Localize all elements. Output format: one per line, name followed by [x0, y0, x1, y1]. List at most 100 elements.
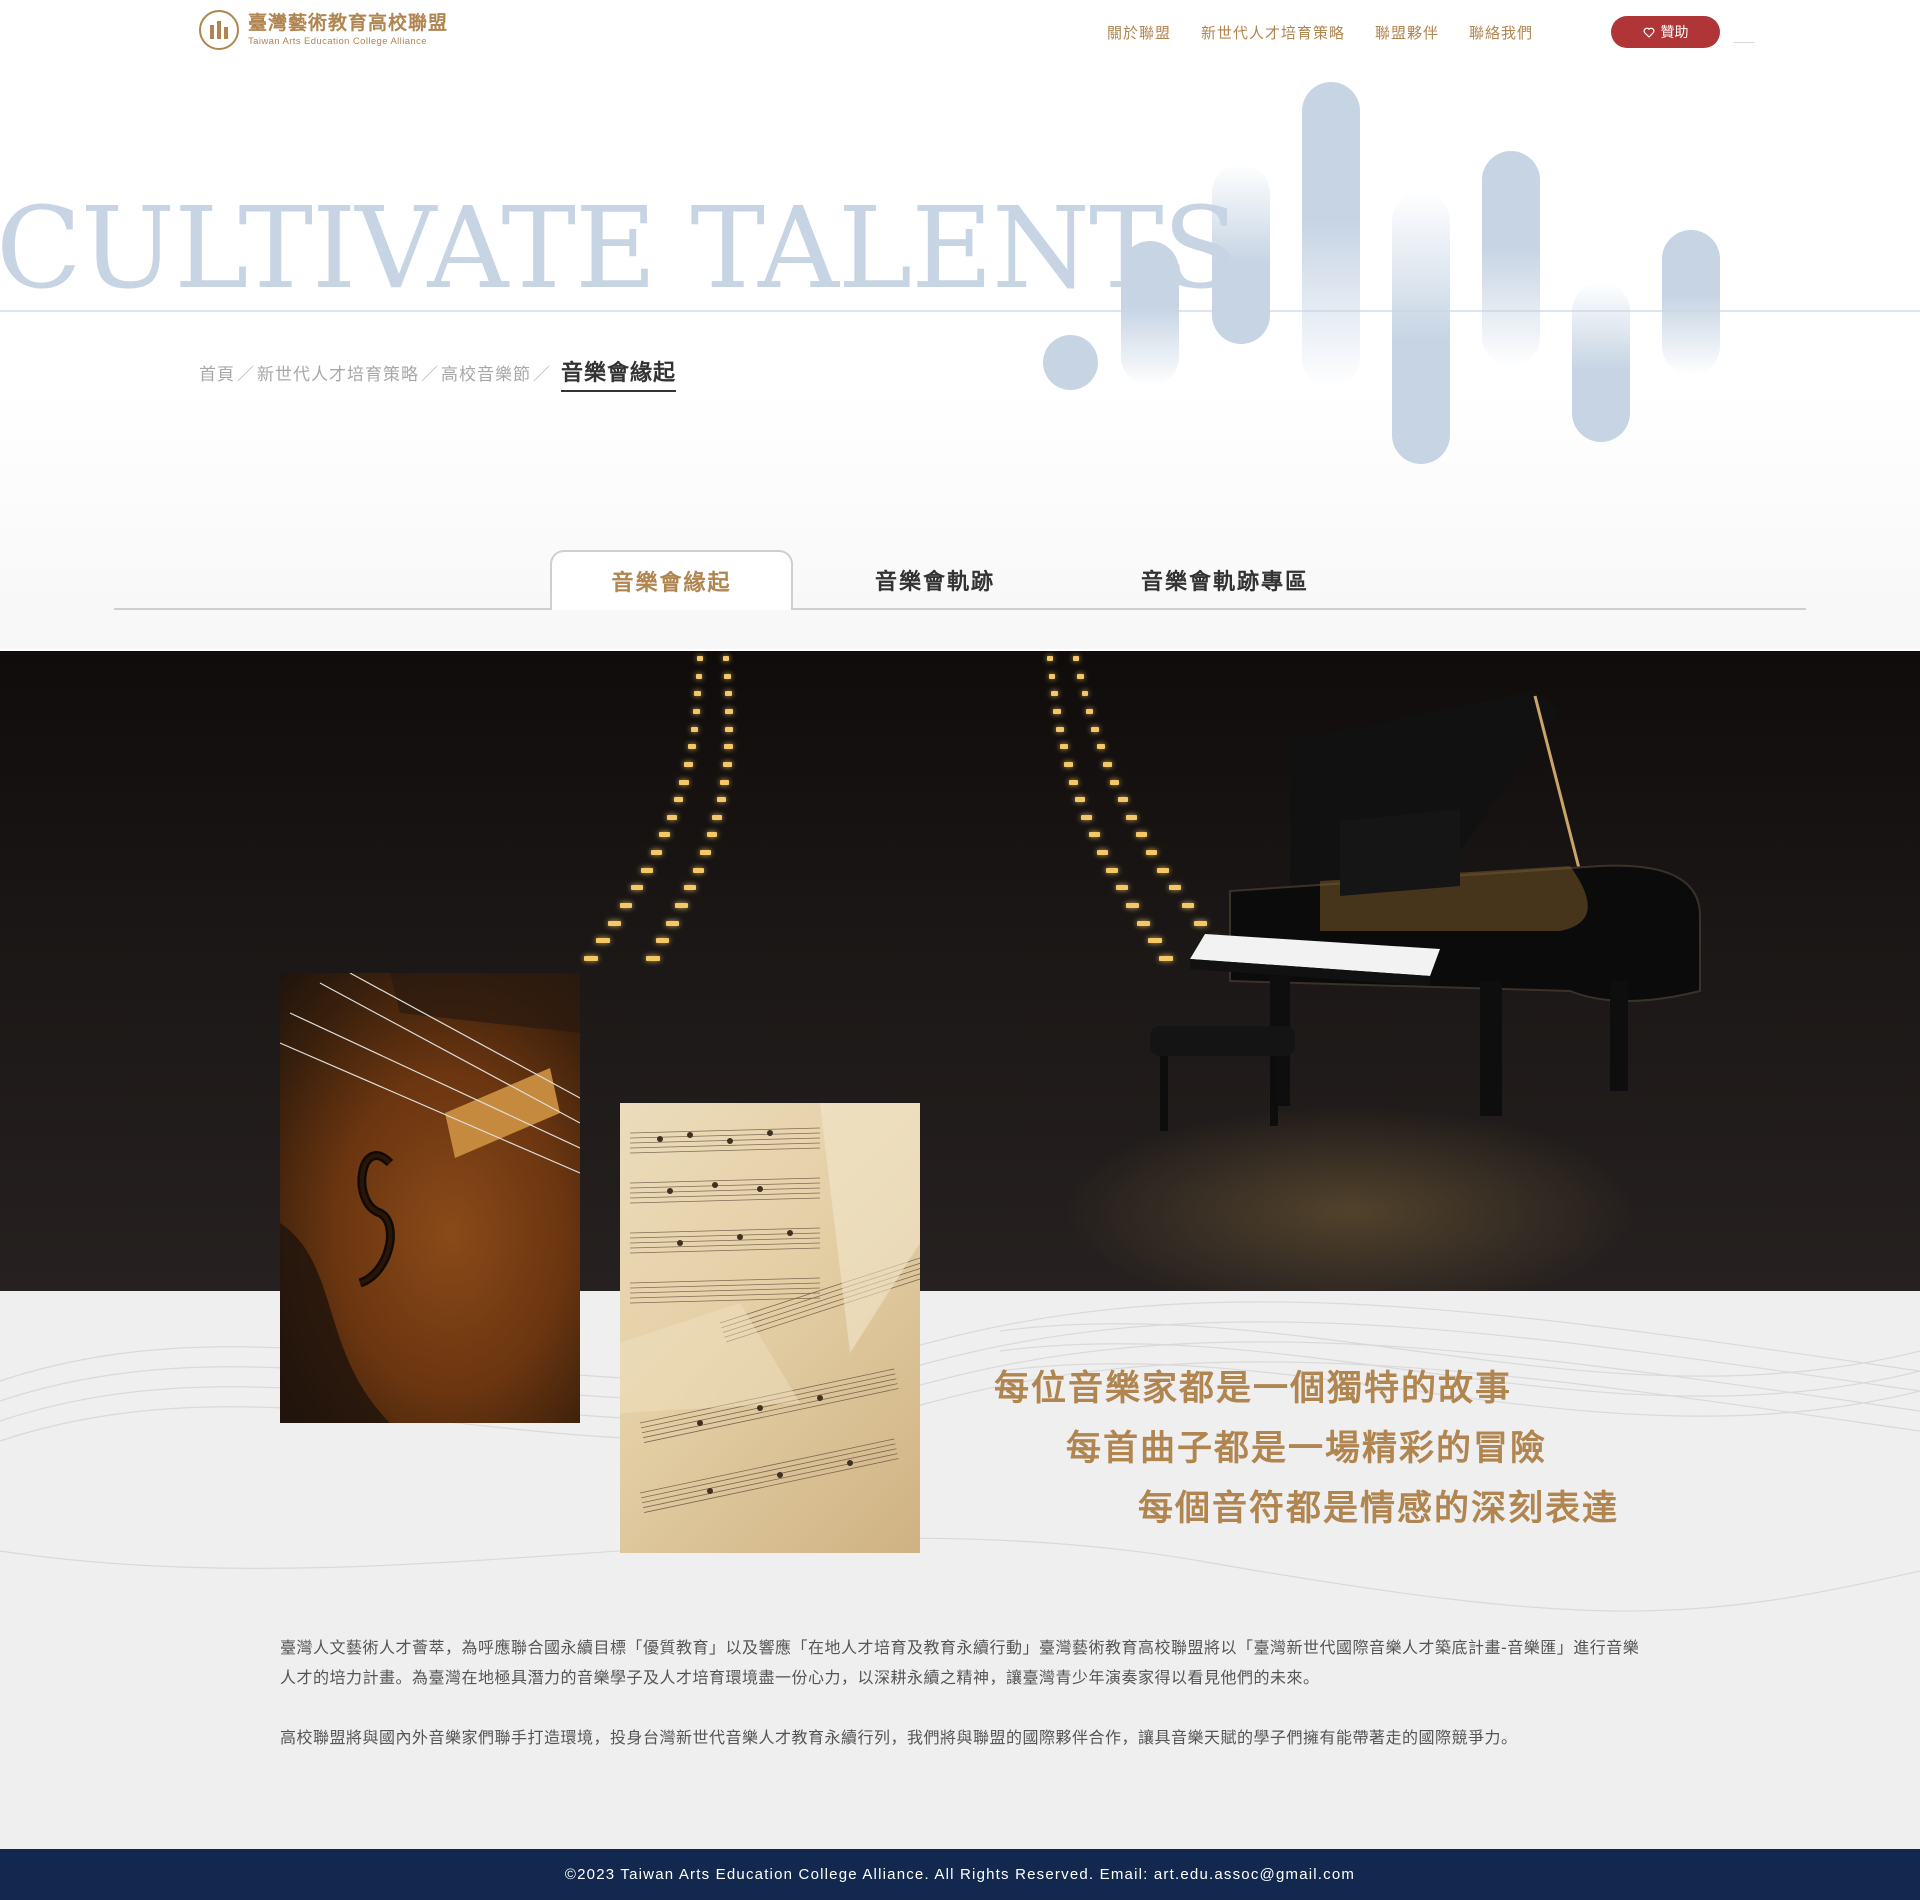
step-light — [1126, 814, 1137, 820]
step-light — [699, 850, 712, 856]
breadcrumb: 首頁 ／ 新世代人才培育策略 ／ 高校音樂節 ／ 音樂會緣起 — [199, 355, 677, 392]
sheet-music-illustration — [620, 1103, 920, 1513]
soundwave-bar — [1662, 230, 1720, 375]
logo[interactable]: 臺灣藝術教育高校聯盟 Taiwan Arts Education College… — [199, 10, 448, 50]
nav-contact[interactable]: 聯絡我們 — [1469, 22, 1533, 43]
intro-paragraph-1: 臺灣人文藝術人才薈萃，為呼應聯合國永續目標「優質教育」以及響應「在地人才培育及教… — [280, 1638, 1640, 1687]
step-light — [608, 920, 622, 926]
step-light — [1086, 708, 1094, 714]
breadcrumb-separator: ／ — [533, 365, 551, 385]
tab-concert-origin[interactable]: 音樂會緣起 — [550, 550, 793, 610]
step-light — [690, 726, 699, 732]
step-light — [725, 726, 734, 732]
step-light — [1073, 656, 1080, 661]
donate-button[interactable]: 贊助 — [1611, 16, 1720, 48]
step-light — [1091, 726, 1099, 732]
breadcrumb-festival[interactable]: 高校音樂節 — [441, 360, 531, 385]
breadcrumb-strategy[interactable]: 新世代人才培育策略 — [257, 360, 419, 385]
step-light — [692, 867, 705, 873]
breadcrumb-home[interactable]: 首頁 — [199, 360, 235, 385]
tagline-1: 每位音樂家都是一個獨特的故事 — [994, 1369, 1513, 1409]
step-light — [619, 903, 633, 909]
step-light — [655, 938, 670, 944]
step-light — [696, 656, 703, 661]
step-light — [641, 867, 653, 873]
heart-icon — [1643, 27, 1654, 38]
step-light — [1069, 779, 1079, 785]
step-light — [706, 832, 718, 838]
step-light — [694, 691, 702, 697]
step-light — [679, 779, 689, 785]
main-nav: 關於聯盟 新世代人才培育策略 聯盟夥伴 聯絡我們 — [1107, 22, 1563, 43]
soundwave-bar — [1392, 192, 1450, 464]
step-light — [596, 938, 610, 944]
step-light — [1059, 744, 1069, 750]
step-light — [1046, 656, 1053, 661]
step-light — [724, 673, 731, 679]
step-light — [1081, 814, 1092, 820]
step-light — [675, 903, 688, 909]
footer-copyright: ©2023 Taiwan Arts Education College Alli… — [564, 1866, 1356, 1883]
nav-partners[interactable]: 聯盟夥伴 — [1375, 22, 1439, 43]
step-light — [683, 761, 693, 767]
nav-strategy[interactable]: 新世代人才培育策略 — [1201, 22, 1345, 43]
step-light — [695, 673, 703, 679]
step-light — [1117, 797, 1128, 803]
breadcrumb-separator: ／ — [421, 365, 439, 385]
step-light — [687, 744, 696, 750]
step-light — [1096, 744, 1105, 750]
donate-label: 贊助 — [1660, 25, 1689, 41]
soundwave-bar — [1121, 241, 1179, 386]
step-light — [1126, 903, 1139, 909]
step-light — [650, 850, 662, 856]
site-header: 臺灣藝術教育高校聯盟 Taiwan Arts Education College… — [0, 0, 1920, 64]
logo-name-zh: 臺灣藝術教育高校聯盟 — [248, 11, 449, 34]
step-light — [684, 885, 697, 891]
step-light — [692, 708, 701, 714]
step-light — [1088, 832, 1100, 838]
violin-photo — [280, 973, 580, 1423]
soundwave-bar — [1302, 82, 1360, 387]
step-light — [1056, 726, 1065, 732]
intro-paragraph-2: 高校聯盟將與國內外音樂家們聯手打造環境，投身台灣新世代音樂人才教育永續行列，我們… — [280, 1728, 1518, 1747]
step-light — [724, 744, 733, 750]
tagline-3: 每個音符都是情感的深刻表達 — [1138, 1489, 1620, 1529]
tab-concert-history-zone[interactable]: 音樂會軌跡專區 — [1115, 550, 1335, 610]
step-light — [584, 956, 599, 961]
nav-about[interactable]: 關於聯盟 — [1107, 22, 1171, 43]
step-light — [716, 797, 727, 803]
step-light — [1109, 779, 1120, 785]
step-light — [1064, 761, 1073, 767]
breadcrumb-separator: ／ — [237, 365, 255, 385]
step-light — [1097, 850, 1109, 856]
step-light — [1053, 708, 1061, 714]
divider — [1733, 42, 1755, 43]
soundwave-bar — [1482, 151, 1540, 366]
step-light — [645, 956, 660, 961]
step-light — [659, 832, 671, 838]
step-light — [1115, 885, 1129, 891]
step-light — [1050, 691, 1058, 697]
soundwave-bar — [1212, 164, 1270, 344]
tagline-2: 每首曲子都是一場精彩的冒險 — [1066, 1429, 1548, 1469]
step-light — [630, 885, 643, 891]
site-footer: ©2023 Taiwan Arts Education College Alli… — [0, 1849, 1920, 1900]
step-light — [673, 797, 684, 803]
grand-piano-image — [1150, 691, 1701, 1131]
soundwave-bar — [1572, 282, 1630, 442]
logo-name-en: Taiwan Arts Education College Alliance — [248, 35, 427, 47]
logo-icon — [199, 10, 239, 50]
step-light — [723, 656, 730, 661]
step-light — [1081, 691, 1089, 697]
step-light — [712, 814, 723, 820]
step-light — [1102, 761, 1112, 767]
step-light — [720, 779, 730, 785]
step-light — [1048, 673, 1056, 679]
step-light — [725, 708, 733, 714]
tab-concert-history[interactable]: 音樂會軌跡 — [830, 550, 1040, 610]
violin-illustration — [280, 973, 580, 1423]
step-light — [665, 920, 679, 926]
step-light — [667, 814, 678, 820]
breadcrumb-current: 音樂會緣起 — [561, 355, 677, 392]
sheet-music-photo — [620, 1103, 920, 1553]
